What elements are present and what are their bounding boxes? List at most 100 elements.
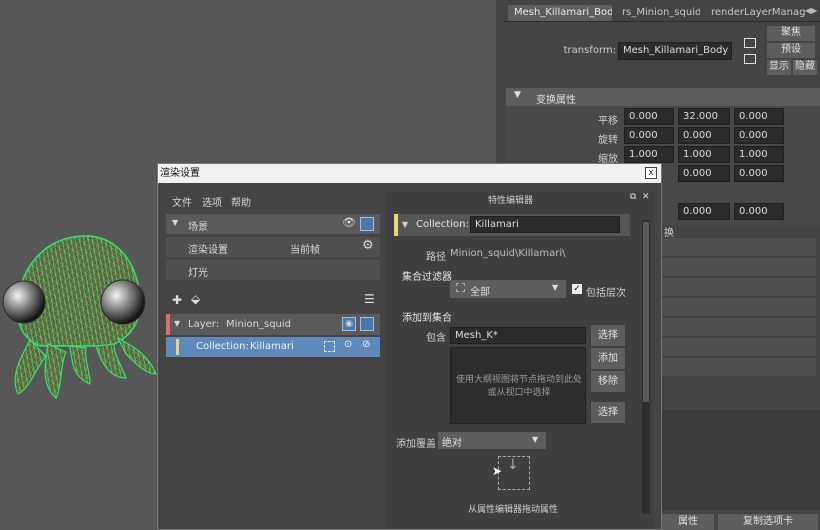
drag-attribute-hint: 从属性编辑器拖动属性 [468,505,559,515]
transform-name-field[interactable]: Mesh_Killamari_Body [618,42,732,60]
ae-notes-area[interactable] [662,410,820,510]
collection-name-field[interactable]: Killamari [470,216,620,233]
layer-name: Minion_squid [226,319,291,330]
close-icon[interactable]: x [645,167,657,179]
tab-render-layer-manager[interactable]: renderLayerManag [705,5,805,21]
isolate-icon[interactable] [324,341,335,352]
tree-item-collection[interactable]: Collection: Killamari ⊙ ⊘ [166,337,380,357]
scrollbar-thumb[interactable] [643,222,649,402]
rotate-z-field[interactable]: 0.000 [734,127,784,144]
translate-z-field[interactable]: 0.000 [734,108,784,125]
create-layer-icon[interactable]: ✚ [172,293,182,307]
add-button[interactable]: 添加 [591,348,625,369]
collection-color-bar [176,339,179,355]
expand-arrow-icon[interactable]: ▼ [172,218,178,227]
translate-x-field[interactable]: 0.000 [624,108,674,125]
render-settings-label: 渲染设置 [188,245,228,256]
transform-label: transform: [563,45,616,56]
rotate-y-field[interactable]: 0.000 [678,127,730,144]
tree-item-layer[interactable]: ▼ Layer: Minion_squid ◉ [166,314,380,335]
render-setup-titlebar[interactable]: 渲染设置 x [158,164,661,183]
eye-visibility-icon[interactable]: 👁 [342,216,356,229]
float-panel-icon[interactable]: ⧉ [630,192,636,202]
scale-x-field[interactable]: 1.000 [624,146,674,163]
menu-file[interactable]: 文件 [172,194,192,209]
solo-icon[interactable]: ⊙ [344,339,352,350]
disable-icon[interactable]: ⊘ [362,339,370,350]
scale-z-field[interactable]: 1.000 [734,146,784,163]
translate-label: 平移 [598,116,618,127]
tab-scroll-arrows-icon[interactable]: ◀▶ [805,6,817,15]
squid-wireframe-model[interactable] [0,228,165,403]
presets-button[interactable]: 预设 [767,43,815,58]
lights-label: 灯光 [188,268,208,279]
rotate-label: 旋转 [598,135,618,146]
expand-arrow-icon[interactable]: ▼ [174,319,180,328]
remove-button[interactable]: 移除 [591,371,625,392]
path-value: Minion_squid\Killamari\ [450,248,566,259]
attributes-footer-button[interactable]: 属性 [662,514,714,530]
ae-collapsed-section-7[interactable] [662,358,816,377]
ae-collapsed-section-1[interactable] [662,238,816,257]
rotate-x-field[interactable]: 0.000 [624,127,674,144]
select-members-button[interactable]: 选择 [591,402,625,423]
copy-tab-button[interactable]: 复制选项卡 [718,514,818,530]
gear-icon[interactable]: ⚙ [362,238,374,253]
ae-collapsed-section-5[interactable] [662,318,816,337]
left-eye [2,280,46,324]
translate-y-field[interactable]: 32.000 [678,108,730,125]
include-label: 包含 [426,333,446,344]
checklist-icon[interactable]: ☰ [364,292,375,306]
ae-collapsed-section-6[interactable] [662,338,816,357]
collection-header[interactable]: ▼ Collection: Killamari [394,214,630,236]
pivot-y-field[interactable]: 0.000 [678,203,730,220]
path-label: 路径 [426,252,446,263]
shear-z-field[interactable]: 0.000 [734,165,784,182]
transform-attributes-section[interactable]: ▼ 变换属性 [506,88,820,106]
ae-collapsed-section-2[interactable] [662,258,816,277]
include-expression-field[interactable]: Mesh_K* [450,327,586,344]
output-connection-icon[interactable] [744,54,756,64]
include-hierarchy-checkbox[interactable]: ✓ [572,284,582,294]
mouse-cursor-icon: ➤ [492,464,503,478]
menu-help[interactable]: 帮助 [231,194,251,209]
members-drop-area[interactable]: 使用大纲视图将节点拖动到此处或从视口中选择 [450,347,586,424]
focus-button[interactable]: 聚焦 [767,26,815,41]
ae-collapsed-section-4[interactable] [662,298,816,317]
show-button[interactable]: 显示 [767,60,791,75]
tree-item-lights[interactable]: 灯光 [166,260,380,280]
property-editor-panel: 特性编辑器 ⧉ ✕ ▼ Collection: Killamari 路径 Min… [386,192,654,528]
tree-item-scene[interactable]: ▼ 场景 👁 [166,214,380,234]
attribute-drop-target[interactable]: ↓ [498,456,530,490]
shear-y-field[interactable]: 0.000 [678,165,730,182]
tab-rs-minion-squid[interactable]: rs_Minion_squid [616,5,700,21]
override-type-dropdown[interactable]: 绝对 ▼ [438,432,546,449]
section-title: 变换属性 [536,95,576,106]
render-toggle-icon[interactable] [360,317,374,331]
eye-visibility-icon[interactable]: ◉ [342,317,356,331]
property-editor-scrollbar[interactable] [642,220,650,514]
collection-label: Collection: [196,341,249,352]
include-hierarchy-label: 包括层次 [586,288,626,299]
partial-section-label: 换 [664,228,674,239]
filter-value: 全部 [470,287,490,298]
menu-options[interactable]: 选项 [202,194,222,209]
collapse-arrow-icon[interactable]: ▼ [402,220,408,229]
import-icon[interactable]: ⬙ [191,292,200,306]
hide-button[interactable]: 隐藏 [793,60,817,75]
tree-item-render-settings[interactable]: 渲染设置 当前帧 ⚙ [166,237,380,257]
close-panel-icon[interactable]: ✕ [642,192,650,202]
scale-y-field[interactable]: 1.000 [678,146,730,163]
collection-color-bar [394,214,398,236]
filter-dropdown[interactable]: 全部 ▼ [450,280,566,298]
ae-collapsed-section-3[interactable] [662,278,816,297]
collection-header-label: Collection: [416,219,469,230]
tab-mesh-killamari-body[interactable]: Mesh_Killamari_Body [508,5,612,21]
collection-filters-title: 集合过滤器 [402,272,452,283]
render-toggle-icon[interactable] [360,217,374,231]
input-connection-icon[interactable] [744,38,756,48]
chevron-down-icon: ▼ [552,283,559,292]
select-button[interactable]: 选择 [591,325,625,346]
pivot-z-field[interactable]: 0.000 [734,203,784,220]
scene-label: 场景 [188,222,208,233]
